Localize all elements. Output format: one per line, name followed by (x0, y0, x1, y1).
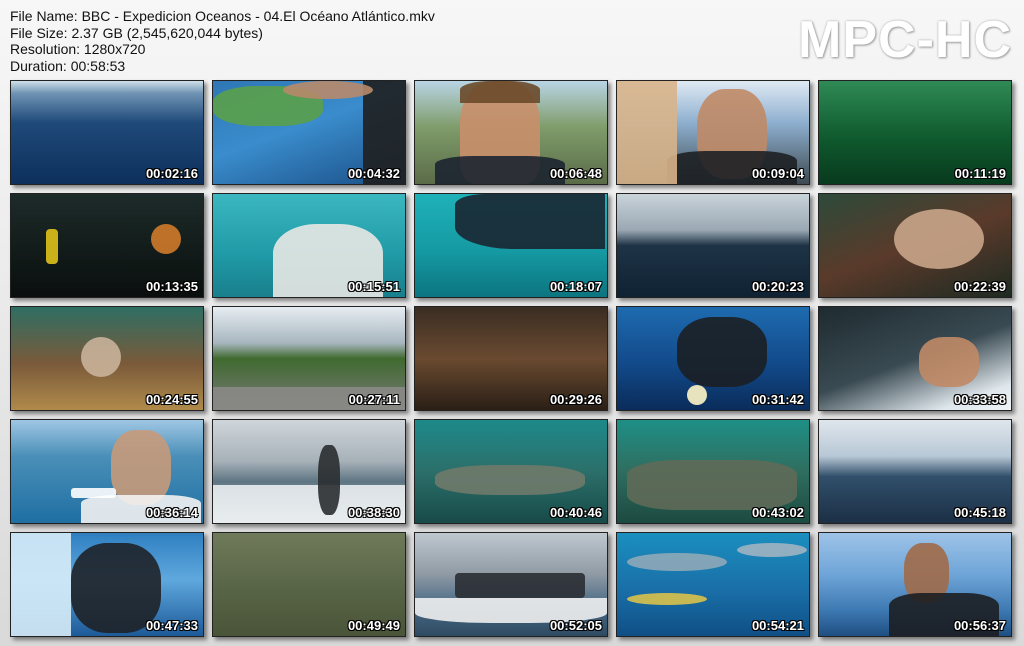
frame-detail (627, 460, 797, 510)
timestamp: 00:13:35 (145, 279, 198, 294)
thumbnail-diver-descending: 00:31:42 (616, 306, 810, 411)
timestamp: 00:20:23 (751, 279, 804, 294)
timestamp: 00:11:19 (954, 166, 1006, 181)
thumbnail-boat-wake: 00:20:23 (616, 193, 810, 298)
frame-detail (919, 337, 979, 387)
thumbnail-dive-boat: 00:52:05 (414, 532, 608, 637)
frame-detail (283, 81, 373, 99)
thumbnail-road: 00:27:11 (212, 306, 406, 411)
frame-detail (627, 593, 707, 605)
thumbnail-lionfish: 00:22:39 (818, 193, 1012, 298)
thumbnail-grid: 00:02:16 00:04:32 00:06:48 00:09:04 00:11:19… (0, 0, 1024, 646)
thumbnail-woman-boat: 00:36:14 (10, 419, 204, 524)
timestamp: 00:49:49 (347, 618, 400, 633)
frame-detail (455, 194, 605, 249)
frame-detail (71, 488, 116, 498)
thumbnail-map-hand: 00:04:32 (212, 80, 406, 185)
thumbnail-presenter-face: 00:06:48 (414, 80, 608, 185)
thumbnail-diver-splash: 00:47:33 (10, 532, 204, 637)
thumbnail-divers-dark: 00:13:35 (10, 193, 204, 298)
frame-detail (737, 543, 807, 557)
timestamp: 00:15:51 (347, 279, 400, 294)
timestamp: 00:54:21 (751, 618, 804, 633)
timestamp: 00:40:46 (549, 505, 602, 520)
thumbnail-open-ocean: 00:02:16 (10, 80, 204, 185)
thumbnail-wreck-debris: 00:43:02 (616, 419, 810, 524)
frame-detail (435, 465, 585, 495)
timestamp: 00:33:58 (953, 392, 1006, 407)
timestamp: 00:18:07 (549, 279, 602, 294)
frame-detail (435, 156, 565, 184)
timestamp: 00:52:05 (549, 618, 602, 633)
thumbnail-murky-water: 00:49:49 (212, 532, 406, 637)
frame-detail (677, 317, 767, 387)
thumbnail-man-deck: 00:38:30 (212, 419, 406, 524)
timestamp: 00:09:04 (751, 166, 804, 181)
timestamp: 00:56:37 (953, 618, 1006, 633)
frame-detail (318, 445, 340, 515)
frame-detail (627, 553, 727, 571)
frame-detail (617, 81, 677, 184)
thumbnail-man-headphones: 00:09:04 (616, 80, 810, 185)
timestamp: 00:47:33 (145, 618, 198, 633)
timestamp: 00:43:02 (751, 505, 804, 520)
timestamp: 00:27:11 (348, 392, 400, 407)
timestamp: 00:31:42 (751, 392, 804, 407)
frame-detail (81, 337, 121, 377)
frame-detail (151, 224, 181, 254)
timestamp: 00:29:26 (549, 392, 602, 407)
thumbnail-diver-rope: 00:18:07 (414, 193, 608, 298)
thumbnail-reef-lionfish: 00:24:55 (10, 306, 204, 411)
thumbnail-woman-diver: 00:56:37 (818, 532, 1012, 637)
timestamp: 00:22:39 (953, 279, 1006, 294)
timestamp: 00:36:14 (145, 505, 198, 520)
timestamp: 00:02:16 (145, 166, 198, 181)
frame-detail (460, 81, 540, 103)
frame-detail (687, 385, 707, 405)
timestamp: 00:38:30 (347, 505, 400, 520)
timestamp: 00:45:18 (953, 505, 1006, 520)
thumbnail-cave: 00:29:26 (414, 306, 608, 411)
thumbnail-gear-hands: 00:33:58 (818, 306, 1012, 411)
frame-detail (46, 229, 58, 264)
frame-detail (111, 430, 171, 505)
timestamp: 00:04:32 (347, 166, 400, 181)
timestamp: 00:06:48 (549, 166, 602, 181)
thumbnail-green-water: 00:11:19 (818, 80, 1012, 185)
thumbnail-wreck-cannons: 00:40:46 (414, 419, 608, 524)
frame-detail (894, 209, 984, 269)
frame-detail (455, 573, 585, 598)
frame-detail (11, 533, 71, 636)
thumbnail-boat-bow: 00:15:51 (212, 193, 406, 298)
thumbnail-sea-horizon: 00:45:18 (818, 419, 1012, 524)
timestamp: 00:24:55 (145, 392, 198, 407)
thumbnail-sharks: 00:54:21 (616, 532, 810, 637)
